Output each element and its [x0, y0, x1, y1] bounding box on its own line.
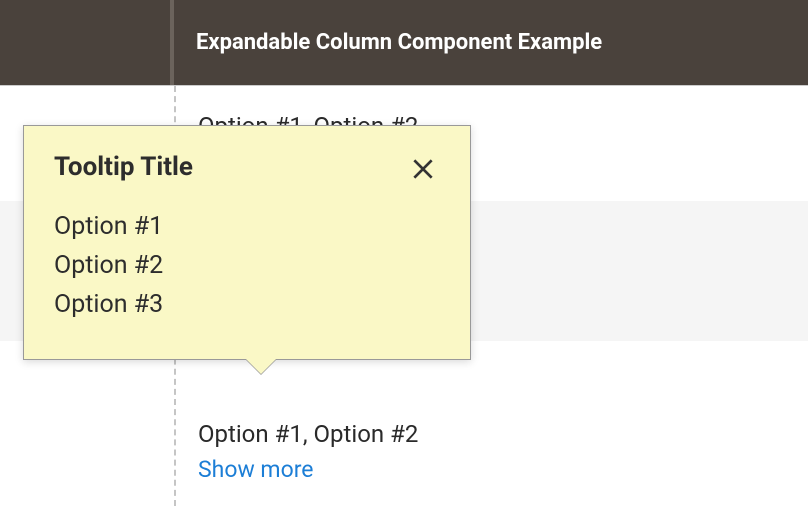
close-icon — [410, 160, 436, 188]
header-cell-left — [0, 0, 174, 85]
tooltip-option: Option #1 — [54, 212, 440, 241]
tooltip-option-list: Option #1 Option #2 Option #3 — [54, 212, 440, 319]
tooltip-popover: Tooltip Title Option #1 Option #2 Option… — [23, 125, 471, 360]
table-header-row: Expandable Column Component Example — [0, 0, 808, 86]
show-more-link[interactable]: Show more — [198, 456, 314, 483]
tooltip-option: Option #2 — [54, 251, 440, 280]
tooltip-header: Tooltip Title — [54, 152, 440, 190]
table-row: Option #1, Option #2 Show more — [176, 400, 808, 493]
column-header-title: Expandable Column Component Example — [196, 30, 602, 55]
close-button[interactable] — [406, 152, 440, 190]
tooltip-arrow-icon — [246, 359, 276, 374]
tooltip-title: Tooltip Title — [54, 152, 193, 182]
cell-value: Option #1, Option #2 — [198, 420, 786, 448]
tooltip-box: Tooltip Title Option #1 Option #2 Option… — [23, 125, 471, 360]
tooltip-option: Option #3 — [54, 290, 440, 319]
header-cell-expandable: Expandable Column Component Example — [174, 0, 808, 85]
